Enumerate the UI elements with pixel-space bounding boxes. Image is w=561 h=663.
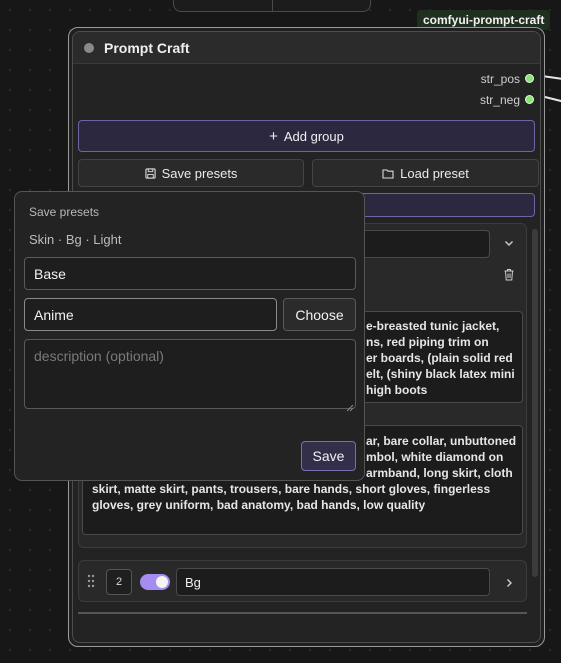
save-button[interactable]: Save xyxy=(301,441,356,471)
choose-label: Choose xyxy=(295,306,344,323)
add-group-button[interactable]: + Add group xyxy=(78,120,535,152)
negative-line: gloves, grey uniform, bad anatomy, bad h… xyxy=(92,498,426,512)
description-placeholder: description (optional) xyxy=(34,348,164,364)
preset-folder-input[interactable]: Anime xyxy=(24,298,277,331)
drag-handle-icon[interactable] xyxy=(87,574,95,593)
save-presets-popover: Save presets Skin · Bg · Light Base Anim… xyxy=(14,191,365,481)
negative-line: armband, long skirt, cloth xyxy=(366,466,513,480)
preset-folder-value: Anime xyxy=(34,306,74,323)
floppy-disk-icon xyxy=(144,167,156,179)
save-presets-label: Save presets xyxy=(161,165,238,181)
positive-line: er boards, (plain solid red xyxy=(366,351,513,365)
group-name-value: Bg xyxy=(185,574,201,590)
trash-icon[interactable] xyxy=(503,268,515,286)
load-preset-label: Load preset xyxy=(400,165,469,181)
chevron-down-icon[interactable] xyxy=(503,236,515,254)
group-name-field-2[interactable]: Bg xyxy=(176,568,490,596)
negative-line: skirt, matte skirt, pants, trousers, bar… xyxy=(92,482,491,496)
choose-button[interactable]: Choose xyxy=(283,298,356,331)
positive-line: high boots xyxy=(366,383,428,397)
group-panel-3-edge xyxy=(78,612,527,614)
group-enabled-toggle[interactable] xyxy=(140,574,170,590)
negative-line: mbol, white diamond on xyxy=(366,450,504,464)
plus-icon: + xyxy=(269,127,278,145)
popover-subtitle: Skin · Bg · Light xyxy=(29,232,122,247)
output-slot-str-pos[interactable] xyxy=(525,74,534,83)
upstream-node-stub xyxy=(173,0,371,12)
save-label: Save xyxy=(312,448,345,464)
node-title: Prompt Craft xyxy=(104,40,190,56)
popover-title: Save presets xyxy=(29,205,100,219)
resize-grip-icon[interactable] xyxy=(346,399,354,417)
node-header[interactable]: Prompt Craft xyxy=(73,32,540,64)
group-index-badge: 2 xyxy=(106,569,132,595)
description-textarea[interactable]: description (optional) xyxy=(24,339,356,409)
chevron-right-icon[interactable] xyxy=(503,576,515,594)
load-preset-button[interactable]: Load preset xyxy=(312,159,539,187)
positive-line: e-breasted tunic jacket, xyxy=(366,319,500,333)
positive-line: elt, (shiny black latex mini xyxy=(366,367,515,381)
preset-name-input[interactable]: Base xyxy=(24,257,356,290)
folder-icon xyxy=(382,168,394,179)
output-label-str-pos: str_pos xyxy=(480,72,520,86)
output-label-str-neg: str_neg xyxy=(479,93,520,107)
add-group-label: Add group xyxy=(283,128,344,144)
positive-line: ns, red piping trim on xyxy=(366,335,489,349)
save-presets-button[interactable]: Save presets xyxy=(78,159,304,187)
preset-name-value: Base xyxy=(34,265,66,282)
node-scrollbar[interactable] xyxy=(532,229,538,577)
group-index: 2 xyxy=(115,576,123,588)
node-collapse-dot[interactable] xyxy=(84,43,94,53)
output-slot-str-neg[interactable] xyxy=(525,95,534,104)
group-panel-2: 2 Bg xyxy=(78,560,527,602)
negative-line: ar, bare collar, unbuttoned xyxy=(366,434,517,448)
